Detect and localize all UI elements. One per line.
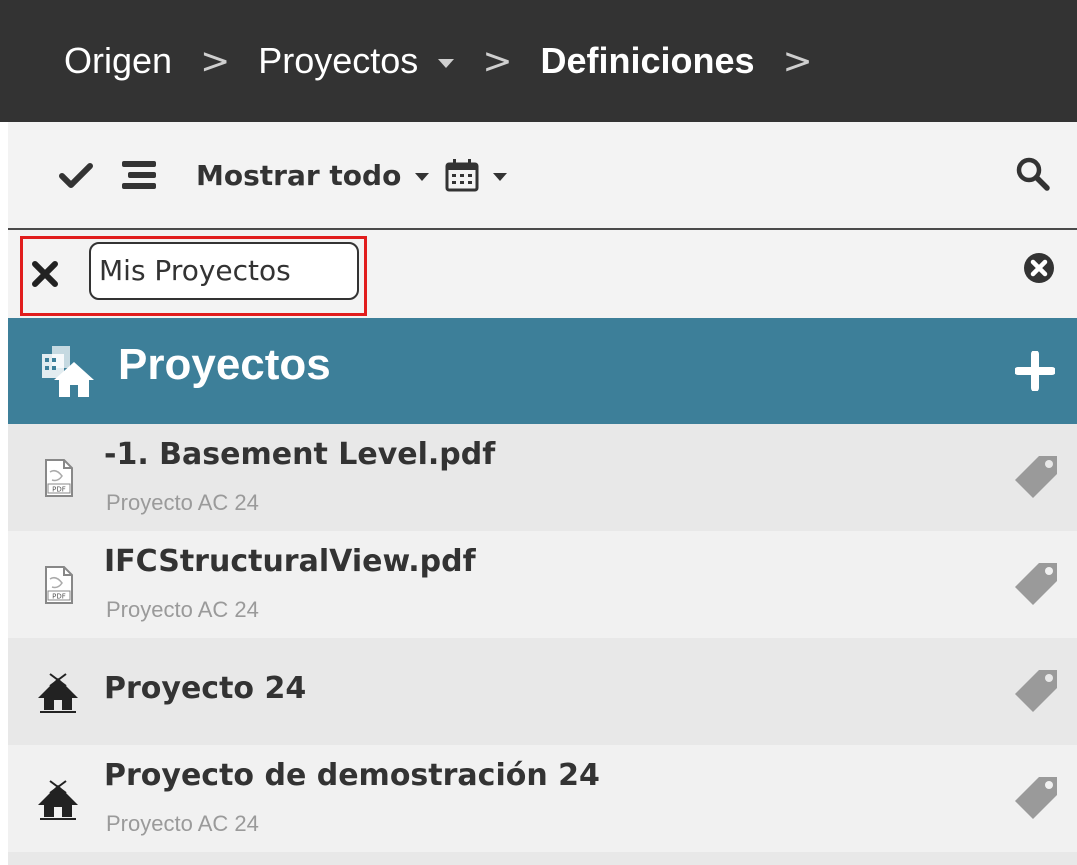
chevron-down-icon[interactable] xyxy=(438,58,455,68)
search-icon[interactable] xyxy=(1015,156,1051,192)
breadcrumb-origen[interactable]: Origen xyxy=(64,40,172,82)
item-subtitle: Proyecto AC 24 xyxy=(106,811,259,836)
list-item[interactable]: Proyecto de demostración 24 Proyecto AC … xyxy=(8,745,1077,852)
item-subtitle: Proyecto AC 24 xyxy=(106,597,259,622)
filter-dropdown-label[interactable]: Mostrar todo xyxy=(196,159,401,192)
list-item-partial xyxy=(8,852,1077,865)
clear-circle-icon[interactable] xyxy=(1023,252,1055,284)
list-item[interactable]: PDF -1. Basement Level.pdf Proyecto AC 2… xyxy=(8,424,1077,531)
svg-text:PDF: PDF xyxy=(52,593,66,601)
list-icon[interactable] xyxy=(122,160,156,190)
item-title: Proyecto 24 xyxy=(104,671,307,706)
list-item[interactable]: Proyecto 24 xyxy=(8,638,1077,745)
plus-icon[interactable] xyxy=(1015,351,1055,391)
toolbar: Mostrar todo xyxy=(8,122,1077,230)
project-house-icon xyxy=(38,780,78,820)
breadcrumb-separator: > xyxy=(782,40,813,82)
item-title: IFCStructuralView.pdf xyxy=(104,544,476,579)
breadcrumb: Origen > Proyectos > Definiciones > xyxy=(0,0,1077,122)
close-icon[interactable] xyxy=(30,259,60,289)
breadcrumb-proyectos[interactable]: Proyectos xyxy=(258,40,455,82)
section-title: Proyectos xyxy=(118,340,331,389)
filter-chip[interactable]: Mis Proyectos xyxy=(89,242,359,300)
projects-list: PDF -1. Basement Level.pdf Proyecto AC 2… xyxy=(8,424,1077,865)
calendar-icon[interactable] xyxy=(445,158,479,192)
breadcrumb-definiciones[interactable]: Definiciones xyxy=(540,40,754,82)
tag-icon[interactable] xyxy=(1013,561,1059,607)
tag-icon[interactable] xyxy=(1013,454,1059,500)
project-house-icon xyxy=(38,673,78,713)
tag-icon[interactable] xyxy=(1013,775,1059,821)
check-icon[interactable] xyxy=(58,157,94,193)
breadcrumb-separator: > xyxy=(200,40,231,82)
breadcrumb-separator: > xyxy=(482,40,513,82)
projects-section-header: Proyectos xyxy=(8,318,1077,424)
item-subtitle: Proyecto AC 24 xyxy=(106,490,259,515)
item-title: Proyecto de demostración 24 xyxy=(104,758,600,793)
tag-icon[interactable] xyxy=(1013,668,1059,714)
active-filter-bar: Mis Proyectos xyxy=(8,230,1077,318)
list-item[interactable]: PDF IFCStructuralView.pdf Proyecto AC 24 xyxy=(8,531,1077,638)
pdf-icon: PDF xyxy=(45,566,73,604)
item-title: -1. Basement Level.pdf xyxy=(104,437,496,472)
pdf-icon: PDF xyxy=(45,459,73,497)
chevron-down-icon[interactable] xyxy=(493,173,508,181)
breadcrumb-proyectos-label: Proyectos xyxy=(258,40,419,81)
projects-icon xyxy=(42,346,94,397)
svg-text:PDF: PDF xyxy=(52,486,66,494)
chevron-down-icon[interactable] xyxy=(415,173,430,181)
